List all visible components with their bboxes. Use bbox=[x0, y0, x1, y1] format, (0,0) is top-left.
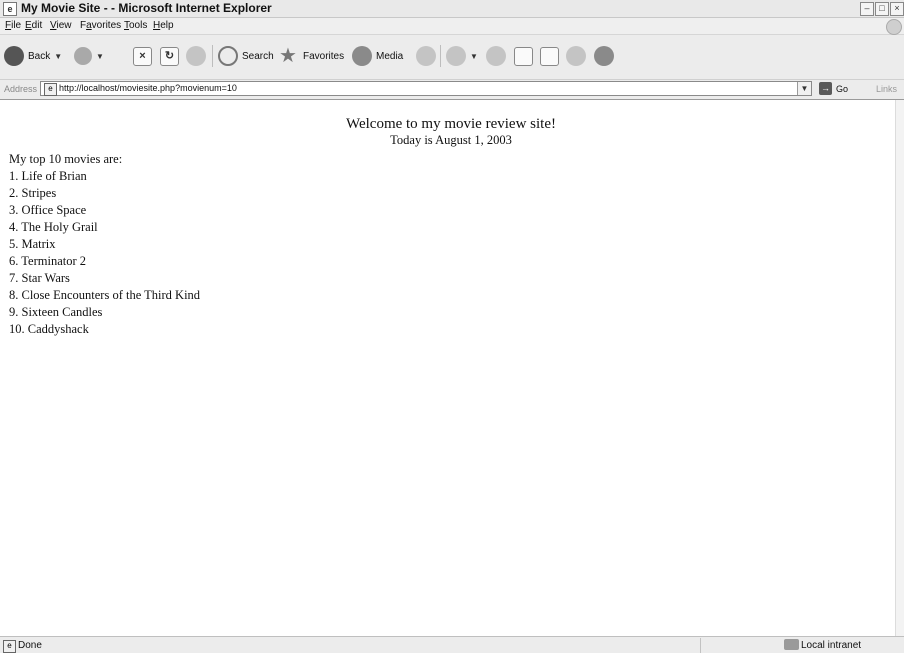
menu-file[interactable]: File bbox=[5, 20, 21, 31]
go-arrow-icon: → bbox=[819, 82, 832, 95]
menu-edit-label: dit bbox=[31, 20, 43, 31]
back-label: Back bbox=[28, 50, 51, 62]
address-dropdown-icon[interactable]: ▼ bbox=[797, 82, 811, 95]
search-label: Search bbox=[242, 50, 274, 62]
stop-button[interactable]: × bbox=[133, 43, 152, 69]
list-item: 1. Life of Brian bbox=[9, 169, 87, 183]
refresh-icon: ↻ bbox=[160, 46, 179, 66]
media-icon bbox=[352, 46, 372, 66]
movie-list-intro: My top 10 movies are: bbox=[9, 152, 123, 166]
messenger-icon bbox=[566, 46, 586, 66]
page-icon: e bbox=[44, 83, 57, 96]
research-button[interactable] bbox=[594, 43, 614, 69]
page-content: Welcome to my movie review site! Today i… bbox=[7, 100, 895, 636]
toolbar-separator bbox=[212, 45, 213, 67]
history-icon bbox=[416, 46, 436, 66]
menu-view-label: iew bbox=[56, 20, 72, 31]
browser-window: e My Movie Site - - Microsoft Internet E… bbox=[0, 0, 904, 653]
print-button[interactable] bbox=[486, 43, 506, 69]
list-item: 9. Sixteen Candles bbox=[9, 305, 103, 319]
window-title: My Movie Site - - Microsoft Internet Exp… bbox=[21, 1, 272, 15]
menu-favorites-label: vorites bbox=[91, 20, 122, 31]
security-zone: Local intranet bbox=[801, 640, 862, 651]
search-icon bbox=[218, 46, 238, 66]
edit-page-icon bbox=[514, 46, 533, 66]
title-bar[interactable]: e My Movie Site - - Microsoft Internet E… bbox=[0, 0, 904, 18]
back-button[interactable]: Back ▼ bbox=[4, 43, 62, 69]
go-label: Go bbox=[836, 83, 849, 94]
list-item: 3. Office Space bbox=[9, 203, 87, 217]
today-date: Today is August 1, 2003 bbox=[390, 133, 512, 147]
menu-edit-accel: E bbox=[25, 20, 32, 31]
movie-list: 1. Life of Brian 2. Stripes 3. Office Sp… bbox=[7, 168, 895, 338]
menu-tools[interactable]: Tools bbox=[124, 20, 147, 31]
list-item: 5. Matrix bbox=[9, 237, 56, 251]
menu-view[interactable]: View bbox=[50, 20, 72, 31]
stop-icon: × bbox=[133, 46, 152, 66]
address-url: http://localhost/moviesite.php?movienum=… bbox=[59, 83, 237, 93]
media-button[interactable]: Media bbox=[352, 43, 403, 69]
forward-arrow-icon bbox=[74, 47, 92, 65]
search-button[interactable]: Search bbox=[218, 43, 274, 69]
go-button[interactable]: → Go bbox=[819, 82, 848, 95]
menu-bar: File Edit View Favorites Tools Help bbox=[0, 18, 904, 35]
status-text: Done bbox=[18, 640, 42, 651]
menu-help[interactable]: Help bbox=[153, 20, 174, 31]
back-arrow-icon bbox=[4, 46, 24, 66]
list-item: 2. Stripes bbox=[9, 186, 57, 200]
close-button[interactable]: × bbox=[890, 2, 904, 16]
forward-dropdown-icon[interactable]: ▼ bbox=[96, 52, 104, 61]
address-bar: Address e http://localhost/moviesite.php… bbox=[0, 80, 904, 100]
list-item: 8. Close Encounters of the Third Kind bbox=[9, 288, 201, 302]
status-page-icon: e bbox=[3, 640, 16, 653]
mail-button[interactable]: ▼ bbox=[446, 43, 478, 69]
list-item: 7. Star Wars bbox=[9, 271, 70, 285]
welcome-heading: Welcome to my movie review site! bbox=[346, 116, 556, 132]
window-controls: – □ × bbox=[860, 2, 904, 16]
list-item: 4. The Holy Grail bbox=[9, 220, 98, 234]
media-label: Media bbox=[376, 50, 404, 62]
content-left-border bbox=[0, 100, 7, 636]
address-input[interactable]: e http://localhost/moviesite.php?movienu… bbox=[40, 81, 812, 96]
back-dropdown-icon[interactable]: ▼ bbox=[54, 52, 62, 61]
favorites-star-icon: ★ bbox=[279, 45, 297, 67]
menu-tools-label: ools bbox=[129, 20, 148, 31]
menu-file-label: ile bbox=[11, 20, 22, 31]
ie-page-icon[interactable]: e bbox=[3, 2, 17, 16]
messenger-button[interactable] bbox=[566, 43, 586, 69]
standard-toolbar: Back ▼ ▼ × ↻ Search ★ Favorites Media ▼ bbox=[0, 35, 904, 80]
forward-button[interactable]: ▼ bbox=[74, 43, 104, 69]
history-button[interactable] bbox=[416, 43, 436, 69]
edit-button[interactable] bbox=[514, 43, 533, 69]
research-icon bbox=[594, 46, 614, 66]
maximize-button[interactable]: □ bbox=[875, 2, 889, 16]
menu-help-label: elp bbox=[160, 20, 174, 31]
vertical-scrollbar[interactable] bbox=[895, 100, 904, 636]
refresh-button[interactable]: ↻ bbox=[160, 43, 179, 69]
list-item: 6. Terminator 2 bbox=[9, 254, 87, 268]
discuss-button[interactable] bbox=[540, 43, 559, 69]
address-label: Address bbox=[4, 84, 38, 94]
ie-throbber-icon bbox=[886, 19, 902, 35]
page-header: Welcome to my movie review site! Today i… bbox=[7, 115, 895, 148]
status-bar: e Done Local intranet bbox=[0, 636, 904, 653]
discuss-icon bbox=[540, 46, 559, 66]
favorites-label: Favorites bbox=[303, 50, 345, 62]
menu-favorites[interactable]: Favorites bbox=[80, 20, 121, 31]
mail-icon bbox=[446, 46, 466, 66]
local-intranet-icon bbox=[784, 639, 799, 650]
favorites-button[interactable]: ★ Favorites bbox=[277, 43, 344, 69]
mail-dropdown-icon[interactable]: ▼ bbox=[470, 52, 478, 61]
minimize-button[interactable]: – bbox=[860, 2, 874, 16]
home-icon bbox=[186, 46, 206, 66]
menu-edit[interactable]: Edit bbox=[25, 20, 42, 31]
toolbar-separator bbox=[440, 45, 441, 67]
links-button[interactable]: Links bbox=[876, 84, 897, 94]
list-item: 10. Caddyshack bbox=[9, 322, 89, 336]
home-button[interactable] bbox=[186, 43, 206, 69]
print-icon bbox=[486, 46, 506, 66]
